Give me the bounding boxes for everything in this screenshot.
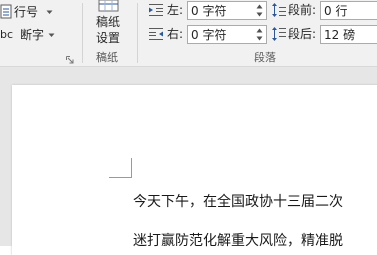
- line-numbers-icon: [0, 4, 12, 19]
- line-numbers-label: 行号: [14, 5, 39, 19]
- chevron-down-icon: [48, 33, 55, 37]
- indent-left-label: 左:: [167, 3, 184, 17]
- indent-right-icon: [149, 28, 163, 40]
- manuscript-icon: [98, 0, 119, 12]
- document-text-line[interactable]: 迷打赢防范化解重大风险，精准脱: [133, 233, 343, 249]
- indent-right-input[interactable]: 0 字符: [187, 25, 267, 44]
- spacing-after-icon: [272, 27, 286, 41]
- paragraph-group-label: 段落: [254, 51, 276, 64]
- spacing-before-label: 段前:: [288, 3, 317, 17]
- hyphenation-button[interactable]: bc 断字: [0, 26, 58, 44]
- group-separator: [82, 3, 83, 63]
- spacing-before-input[interactable]: 0 行: [320, 1, 377, 20]
- hyphenation-label: 断字: [20, 28, 45, 42]
- margin-corner-marker: [109, 177, 132, 178]
- indent-left-input[interactable]: 0 字符: [187, 1, 267, 20]
- manuscript-label-line2: 设置: [96, 31, 121, 45]
- indent-left-icon: [149, 4, 163, 16]
- spinner-arrows-icon[interactable]: [256, 27, 263, 42]
- indent-right-value: 0 字符: [191, 28, 227, 42]
- spacing-after-label: 段后:: [288, 27, 317, 41]
- hyphenation-icon: bc: [0, 28, 14, 41]
- document-text-line[interactable]: 今天下午，在全国政协十三届二次: [133, 194, 343, 210]
- spacing-before-icon: [272, 3, 286, 17]
- dialog-launcher-icon[interactable]: [66, 56, 74, 64]
- spinner-arrows-icon[interactable]: [256, 3, 263, 18]
- indent-right-label: 右:: [167, 27, 184, 41]
- spacing-after-input[interactable]: 12 磅: [320, 25, 377, 44]
- margin-corner-marker: [131, 158, 132, 177]
- manuscript-group-label: 稿纸: [96, 51, 118, 64]
- manuscript-label-line1: 稿纸: [96, 15, 121, 29]
- group-separator: [137, 3, 138, 63]
- line-numbers-button[interactable]: 行号: [0, 3, 58, 21]
- manuscript-settings-button[interactable]: 稿纸 设置: [88, 0, 132, 46]
- spacing-before-value: 0 行: [324, 4, 348, 18]
- document-page[interactable]: [12, 85, 377, 255]
- chevron-down-icon: [46, 10, 53, 14]
- spacing-after-value: 12 磅: [324, 28, 356, 42]
- indent-left-value: 0 字符: [191, 4, 227, 18]
